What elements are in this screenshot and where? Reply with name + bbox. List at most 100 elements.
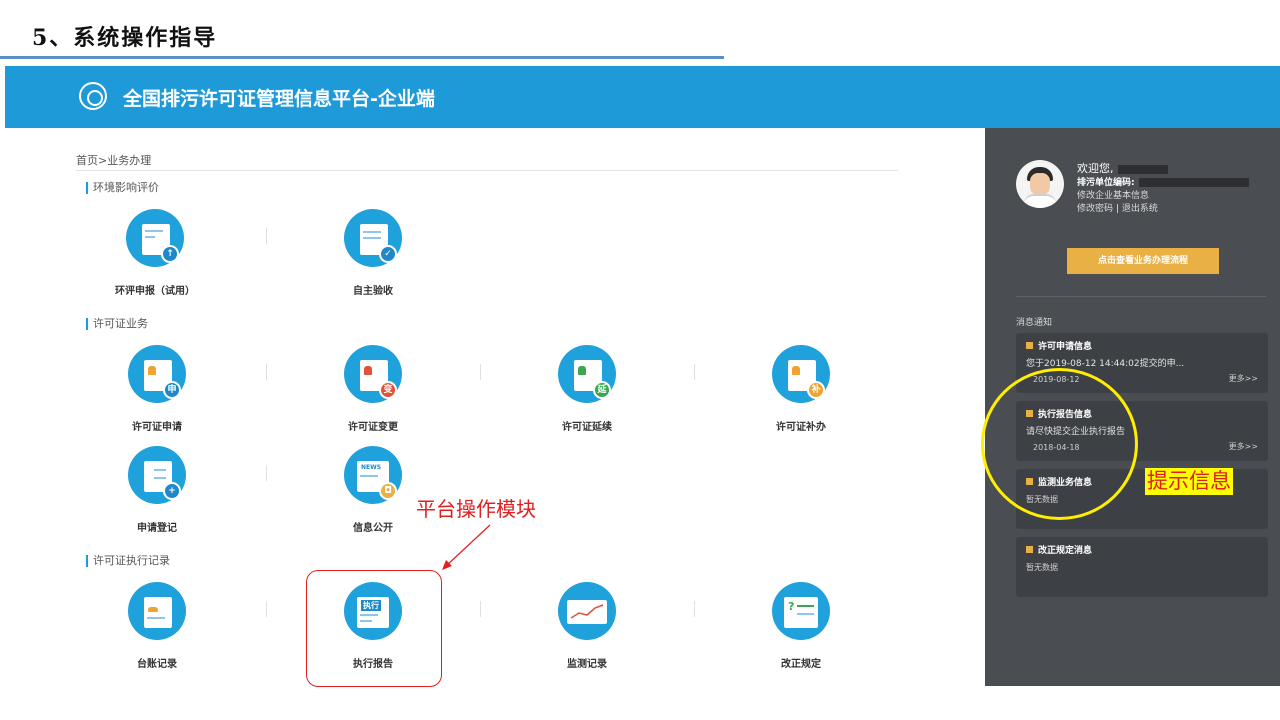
document-shape (144, 597, 172, 628)
module-license-reissue[interactable]: 补 许可证补办 (731, 345, 871, 433)
check-mark-icon: ✓ (379, 245, 397, 263)
change-password-link[interactable]: 修改密码 (1077, 204, 1113, 214)
module-separator (480, 364, 481, 380)
doc-line (797, 605, 814, 607)
module-license-change[interactable]: 变 许可证变更 (303, 345, 443, 433)
module-separator (694, 364, 695, 380)
edit-info-link[interactable]: 修改企业基本信息 (1077, 191, 1149, 201)
notice-title: 许可申请信息 (1026, 341, 1258, 353)
slide-title: 5、系统操作指导 (32, 25, 218, 51)
doc-line (797, 613, 814, 615)
app-header: 全国排污许可证管理信息平台-企业端 (5, 66, 1280, 128)
license-change-icon: 变 (344, 345, 402, 403)
avatar (1016, 160, 1064, 208)
document-shape: ? (784, 597, 818, 628)
screen-shape (567, 600, 607, 624)
user-info: 欢迎您, 排污单位编码: 修改企业基本信息 修改密码 | 退出系统 (1077, 162, 1249, 216)
module-separator (266, 228, 267, 244)
module-separator (694, 601, 695, 617)
module-separator (480, 601, 481, 617)
module-register[interactable]: + 申请登记 (87, 446, 227, 534)
person-figure (148, 366, 156, 375)
module-label: 许可证补办 (776, 422, 826, 433)
unit-code-label: 排污单位编码: (1077, 178, 1135, 188)
monitor-chart-icon (558, 582, 616, 640)
module-label: 许可证申请 (132, 422, 182, 433)
person-figure (792, 366, 800, 375)
welcome-text: 欢迎您, (1077, 162, 1114, 175)
module-annotation: 平台操作模块 (416, 497, 536, 521)
register-icon: + (128, 446, 186, 504)
doc-line (360, 475, 378, 477)
section-title-eia: 环境影响评价 (86, 182, 159, 194)
module-label: 台账记录 (137, 659, 177, 670)
module-label: 许可证延续 (562, 422, 612, 433)
module-label: 改正规定 (781, 659, 821, 670)
link-separator: | (1115, 204, 1119, 214)
notice-empty: 暂无数据 (1026, 563, 1058, 572)
avatar-face (1030, 173, 1050, 195)
badge-apply: 申 (163, 381, 181, 399)
doc-line (363, 231, 381, 233)
doc-line (363, 237, 381, 239)
plus-icon: + (163, 482, 181, 500)
doc-line (147, 617, 165, 619)
app-title: 全国排污许可证管理信息平台-企业端 (123, 88, 435, 110)
module-label: 监测记录 (567, 659, 607, 670)
title-underline (0, 56, 724, 59)
module-ledger[interactable]: 台账记录 (87, 582, 227, 670)
module-separator (266, 364, 267, 380)
doc-line (145, 230, 163, 232)
notices-title: 消息通知 (1016, 318, 1053, 328)
avatar-body (1024, 194, 1056, 208)
view-flow-button[interactable]: 点击查看业务办理流程 (1067, 248, 1219, 274)
module-label: 许可证变更 (348, 422, 398, 433)
license-reissue-icon: 补 (772, 345, 830, 403)
module-eia-report[interactable]: ↑ 环评申报（试用） (85, 209, 225, 297)
notice-card-correction[interactable]: 改正规定消息 暂无数据 (1016, 537, 1268, 597)
badge-reissue: 补 (807, 381, 825, 399)
redacted-username (1117, 165, 1168, 174)
notice-title: 改正规定消息 (1026, 545, 1258, 557)
module-license-extend[interactable]: 延 许可证延续 (517, 345, 657, 433)
license-apply-icon: 申 (128, 345, 186, 403)
tip-highlight-circle (981, 368, 1138, 520)
module-separator (266, 465, 267, 481)
module-separator (266, 601, 267, 617)
logout-link[interactable]: 退出系统 (1122, 204, 1158, 214)
tip-annotation: 提示信息 (1145, 468, 1233, 495)
checklist-icon: ✓ (344, 209, 402, 267)
pen-shape (148, 607, 158, 612)
module-label: 环评申报（试用） (115, 286, 195, 297)
module-monitoring[interactable]: 监测记录 (517, 582, 657, 670)
doc-line (145, 236, 155, 238)
badge-extend: 延 (593, 381, 611, 399)
redacted-unit-code (1138, 178, 1249, 187)
breadcrumb-divider (76, 170, 898, 171)
notice-more-link[interactable]: 更多>> (1229, 373, 1258, 384)
news-tag: NEWS (361, 464, 382, 471)
license-extend-icon: 延 (558, 345, 616, 403)
lock-icon: ◘ (379, 482, 397, 500)
person-figure (364, 366, 372, 375)
badge-change: 变 (379, 381, 397, 399)
section-title-license: 许可证业务 (86, 318, 148, 330)
emblem-logo-icon (79, 82, 107, 110)
correction-icon: ? (772, 582, 830, 640)
notice-more-link[interactable]: 更多>> (1229, 441, 1258, 452)
news-icon: NEWS ◘ (344, 446, 402, 504)
doc-line (154, 477, 166, 479)
module-self-acceptance[interactable]: ✓ 自主验收 (303, 209, 443, 297)
module-license-apply[interactable]: 申 许可证申请 (87, 345, 227, 433)
trend-line-icon (570, 604, 604, 619)
upload-doc-icon: ↑ (126, 209, 184, 267)
breadcrumb[interactable]: 首页>业务办理 (76, 152, 151, 168)
module-correction[interactable]: ? 改正规定 (731, 582, 871, 670)
sidebar-divider (1016, 296, 1266, 297)
ledger-icon (128, 582, 186, 640)
person-figure (578, 366, 586, 375)
module-label: 申请登记 (137, 523, 177, 534)
upload-arrow-icon: ↑ (161, 245, 179, 263)
section-title-execution: 许可证执行记录 (86, 555, 170, 567)
question-mark: ? (788, 600, 795, 613)
